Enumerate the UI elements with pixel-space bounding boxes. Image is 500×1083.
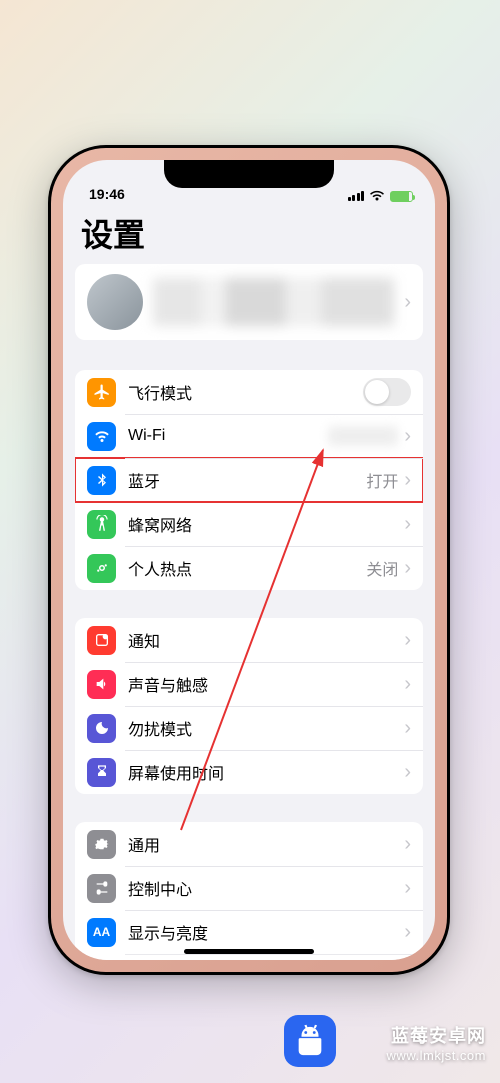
row-value: 打开 xyxy=(366,468,398,492)
battery-icon xyxy=(390,191,413,202)
row-label: 飞行模式 xyxy=(128,380,363,404)
chevron-right-icon: › xyxy=(404,833,411,856)
chevron-right-icon: › xyxy=(404,425,411,448)
row-general[interactable]: 通用 › xyxy=(75,822,423,866)
redacted-name xyxy=(153,278,394,326)
settings-group-general: 通用 › 控制中心 › AA 显示与亮度 › 辅助功能 › xyxy=(75,822,423,960)
row-dnd[interactable]: 勿扰模式 › xyxy=(75,706,423,750)
row-screentime[interactable]: 屏幕使用时间 › xyxy=(75,750,423,794)
row-label: 通用 xyxy=(128,832,404,856)
chevron-right-icon: › xyxy=(404,673,411,696)
row-accessibility[interactable]: 辅助功能 › xyxy=(75,954,423,960)
bluetooth-icon xyxy=(87,466,116,495)
row-sounds[interactable]: 声音与触感 › xyxy=(75,662,423,706)
chevron-right-icon: › xyxy=(404,877,411,900)
row-display[interactable]: AA 显示与亮度 › xyxy=(75,910,423,954)
notifications-icon xyxy=(87,626,116,655)
redacted-value xyxy=(328,426,398,446)
avatar xyxy=(87,274,143,330)
display-icon: AA xyxy=(87,918,116,947)
row-cellular[interactable]: 蜂窝网络 › xyxy=(75,502,423,546)
settings-group-connectivity: 飞行模式 Wi-Fi › 蓝牙 打开 › xyxy=(75,370,423,590)
general-icon xyxy=(87,830,116,859)
row-label: 屏幕使用时间 xyxy=(128,760,404,784)
sounds-icon xyxy=(87,670,116,699)
screen: 19:46 设置 › 飞行模式 xyxy=(63,160,435,960)
apple-id-row[interactable]: › xyxy=(75,264,423,340)
row-label: 通知 xyxy=(128,628,404,652)
row-notifications[interactable]: 通知 › xyxy=(75,618,423,662)
watermark-logo-icon xyxy=(284,1015,336,1067)
chevron-right-icon: › xyxy=(404,717,411,740)
row-label: 勿扰模式 xyxy=(128,716,404,740)
settings-group-notifications: 通知 › 声音与触感 › 勿扰模式 › 屏幕使 xyxy=(75,618,423,794)
cellular-icon xyxy=(87,510,116,539)
wifi-icon xyxy=(87,422,116,451)
cellular-signal-icon xyxy=(348,191,365,201)
control-center-icon xyxy=(87,874,116,903)
row-label: 个人热点 xyxy=(128,556,366,580)
chevron-right-icon: › xyxy=(404,629,411,652)
watermark-brand: 蓝莓安卓网 xyxy=(387,1022,486,1048)
dnd-icon xyxy=(87,714,116,743)
row-label: 蓝牙 xyxy=(128,468,366,492)
status-time: 19:46 xyxy=(89,186,125,202)
chevron-right-icon: › xyxy=(404,291,411,314)
page-title: 设置 xyxy=(63,204,435,264)
airplane-switch[interactable] xyxy=(363,378,411,406)
row-bluetooth[interactable]: 蓝牙 打开 › xyxy=(75,458,423,502)
row-label: Wi-Fi xyxy=(128,427,328,445)
row-wifi[interactable]: Wi-Fi › xyxy=(75,414,423,458)
airplane-icon xyxy=(87,378,116,407)
row-hotspot[interactable]: 个人热点 关闭 › xyxy=(75,546,423,590)
chevron-right-icon: › xyxy=(404,469,411,492)
row-label: 控制中心 xyxy=(128,876,404,900)
row-airplane-mode[interactable]: 飞行模式 xyxy=(75,370,423,414)
phone-frame: 19:46 设置 › 飞行模式 xyxy=(48,145,450,975)
screentime-icon xyxy=(87,758,116,787)
home-indicator[interactable] xyxy=(184,949,314,954)
watermark-url: www.lmkjst.com xyxy=(387,1048,486,1063)
chevron-right-icon: › xyxy=(404,513,411,536)
hotspot-icon xyxy=(87,554,116,583)
wifi-status-icon xyxy=(369,190,385,202)
row-value: 关闭 xyxy=(366,556,398,580)
notch xyxy=(164,160,334,188)
chevron-right-icon: › xyxy=(404,921,411,944)
chevron-right-icon: › xyxy=(404,761,411,784)
row-label: 蜂窝网络 xyxy=(128,512,404,536)
row-label: 显示与亮度 xyxy=(128,920,404,944)
row-control-center[interactable]: 控制中心 › xyxy=(75,866,423,910)
watermark: 蓝莓安卓网 www.lmkjst.com xyxy=(387,1022,486,1063)
row-label: 声音与触感 xyxy=(128,672,404,696)
chevron-right-icon: › xyxy=(404,557,411,580)
